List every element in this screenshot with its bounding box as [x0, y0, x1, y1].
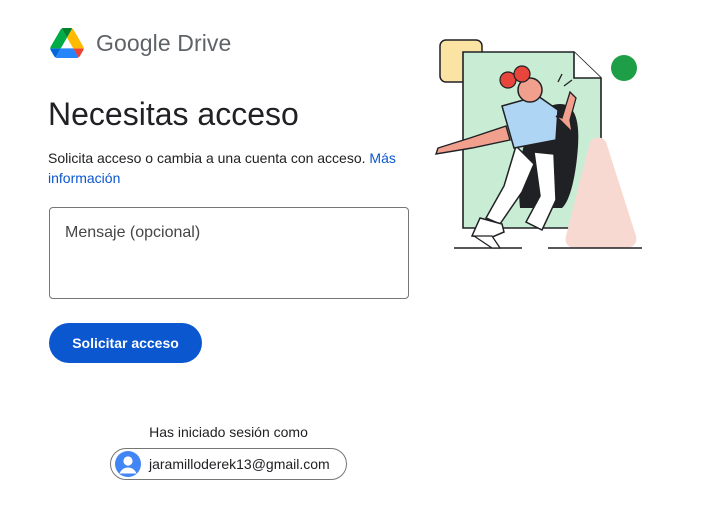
app-name: Google Drive: [96, 30, 232, 56]
account-chip[interactable]: jaramilloderek13@gmail.com: [110, 448, 347, 480]
page-title: Necesitas acceso: [48, 96, 299, 132]
google-drive-icon: [50, 28, 84, 58]
person-running-illustration: [434, 39, 642, 249]
account-email: jaramilloderek13@gmail.com: [149, 456, 330, 472]
access-description: Solicita acceso o cambia a una cuenta co…: [48, 148, 413, 188]
message-field[interactable]: [49, 207, 409, 299]
signed-in-label: Has iniciado sesión como: [149, 424, 308, 440]
request-access-button[interactable]: Solicitar acceso: [49, 323, 202, 363]
person-avatar-icon: [115, 451, 141, 477]
google-drive-logo: Google Drive: [50, 28, 231, 58]
description-text: Solicita acceso o cambia a una cuenta co…: [48, 150, 366, 166]
